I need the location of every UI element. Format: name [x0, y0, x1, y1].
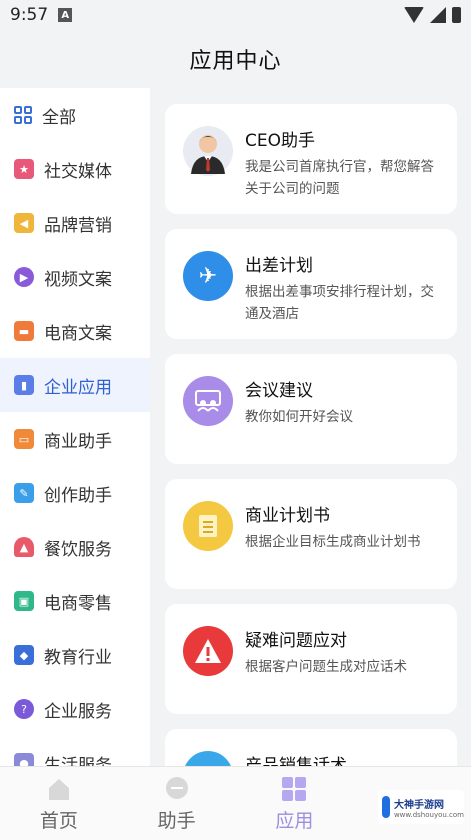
app-card-sales-script[interactable]: 产品销售话术: [165, 729, 457, 766]
apps-icon: [282, 776, 307, 801]
tab-label: 首页: [39, 809, 78, 832]
sidebar-item-ecommerce-copy[interactable]: ▬ 电商文案: [0, 304, 150, 358]
sidebar-item-label: 社交媒体: [44, 161, 112, 182]
sales-icon: [183, 751, 233, 766]
status-bar: 9:57 A: [0, 0, 471, 30]
warning-icon: [183, 626, 233, 676]
tab-label: 应用: [275, 809, 314, 832]
ceo-avatar-icon: [183, 126, 233, 176]
status-icons: [404, 7, 461, 23]
shop-icon: ▣: [14, 591, 34, 611]
sidebar-item-education[interactable]: ◆ 教育行业: [0, 628, 150, 682]
watermark-url: www.dshouyou.com: [393, 810, 464, 819]
header: 应用中心: [0, 30, 471, 88]
sidebar-item-video-copy[interactable]: ▶ 视频文案: [0, 250, 150, 304]
tab-label: 助手: [157, 809, 196, 832]
sidebar-item-label: 企业服务: [44, 701, 112, 722]
app-list: CEO助手 我是公司首席执行官，帮您解答关于公司的问题 ✈ 出差计划 根据出差事…: [150, 88, 471, 766]
app-description: 根据出差事项安排行程计划，交通及酒店: [245, 284, 434, 322]
chat-icon: [165, 776, 188, 799]
sidebar-item-label: 创作助手: [44, 485, 112, 506]
help-icon: ?: [14, 699, 34, 719]
briefcase-icon: ▭: [14, 429, 34, 449]
sidebar-item-enterprise-apps[interactable]: ▮ 企业应用: [0, 358, 150, 412]
sidebar-item-label: 全部: [42, 107, 76, 128]
app-title: 会议建议: [245, 381, 313, 401]
sidebar-item-catering[interactable]: ▲ 餐饮服务: [0, 520, 150, 574]
wifi-icon: [404, 7, 424, 23]
app-card-business-trip[interactable]: ✈ 出差计划 根据出差事项安排行程计划，交通及酒店: [165, 229, 457, 339]
sidebar-item-business-assistant[interactable]: ▭ 商业助手: [0, 412, 150, 466]
sidebar-item-label: 商业助手: [44, 431, 112, 452]
app-title: CEO助手: [245, 131, 315, 151]
sidebar-item-label: 电商文案: [44, 323, 112, 344]
meeting-icon: [183, 376, 233, 426]
play-icon: ▶: [14, 267, 34, 287]
app-description: 根据企业目标生成商业计划书: [245, 534, 421, 550]
grid-icon: [14, 106, 32, 124]
app-title: 出差计划: [245, 256, 313, 276]
graduation-icon: ◆: [14, 645, 34, 665]
app-title: 商业计划书: [245, 506, 330, 526]
airplane-icon: ✈: [183, 251, 233, 301]
home-icon: [48, 778, 69, 800]
tab-assistant[interactable]: 助手: [118, 767, 236, 840]
app-description: 教你如何开好会议: [245, 409, 353, 425]
app-card-business-plan[interactable]: 商业计划书 根据企业目标生成商业计划书: [165, 479, 457, 589]
battery-icon: [452, 7, 461, 23]
life-icon: ●: [14, 753, 34, 766]
chart-icon: ▮: [14, 375, 34, 395]
dish-icon: ▲: [14, 537, 34, 557]
star-icon: ★: [14, 159, 34, 179]
sidebar-item-label: 电商零售: [44, 593, 112, 614]
notification-icon: A: [58, 8, 73, 22]
app-description: 根据客户问题生成对应话术: [245, 659, 407, 675]
app-description: 我是公司首席执行官，帮您解答关于公司的问题: [245, 159, 434, 197]
sidebar-item-label: 教育行业: [44, 647, 112, 668]
app-card-meeting-advice[interactable]: 会议建议 教你如何开好会议: [165, 354, 457, 464]
sidebar-item-label: 餐饮服务: [44, 539, 112, 560]
tab-apps[interactable]: 应用: [236, 767, 354, 840]
app-card-ceo-assistant[interactable]: CEO助手 我是公司首席执行官，帮您解答关于公司的问题: [165, 104, 457, 214]
signal-icon: [430, 7, 446, 23]
sidebar-item-label: 视频文案: [44, 269, 112, 290]
document-icon: [183, 501, 233, 551]
sidebar-item-life-services[interactable]: ● 生活服务: [0, 736, 150, 766]
sidebar-item-creative-assistant[interactable]: ✎ 创作助手: [0, 466, 150, 520]
page-title: 应用中心: [189, 49, 282, 74]
sidebar-item-enterprise-services[interactable]: ? 企业服务: [0, 682, 150, 736]
watermark-badge: 大神手游网 www.dshouyou.com: [378, 790, 464, 824]
tab-home[interactable]: 首页: [0, 767, 118, 840]
status-time: 9:57: [10, 5, 49, 25]
watermark-logo-icon: [382, 796, 390, 818]
app-title: 产品销售话术: [245, 756, 347, 766]
category-sidebar: 全部 ★ 社交媒体 ◀ 品牌营销 ▶ 视频文案 ▬ 电商文案 ▮ 企业应用 ▭ …: [0, 88, 150, 766]
sidebar-item-all[interactable]: 全部: [0, 88, 150, 142]
app-title: 疑难问题应对: [245, 631, 347, 651]
cart-icon: ▬: [14, 321, 34, 341]
app-card-difficult-issues[interactable]: 疑难问题应对 根据客户问题生成对应话术: [165, 604, 457, 714]
megaphone-icon: ◀: [14, 213, 34, 233]
sidebar-item-ecommerce-retail[interactable]: ▣ 电商零售: [0, 574, 150, 628]
watermark-name: 大神手游网: [393, 799, 444, 811]
sidebar-item-social-media[interactable]: ★ 社交媒体: [0, 142, 150, 196]
edit-icon: ✎: [14, 483, 34, 503]
sidebar-item-label: 品牌营销: [44, 215, 112, 236]
sidebar-item-brand-marketing[interactable]: ◀ 品牌营销: [0, 196, 150, 250]
sidebar-item-label: 企业应用: [44, 377, 112, 398]
sidebar-item-label: 生活服务: [44, 755, 112, 767]
